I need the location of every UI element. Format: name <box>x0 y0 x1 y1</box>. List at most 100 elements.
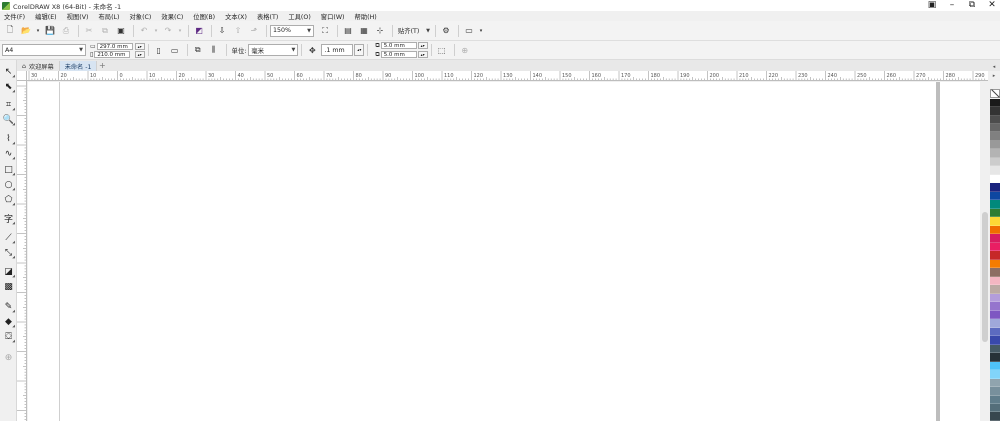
menu-layout[interactable]: 布局(L) <box>98 12 119 21</box>
redo-icon[interactable]: ↷ <box>161 24 175 38</box>
vertical-ruler[interactable] <box>17 81 27 421</box>
snap-to-button[interactable]: 贴齐(T) ▼ <box>396 25 432 37</box>
height-spinner[interactable]: ▴▾ <box>134 50 145 58</box>
color-swatch[interactable] <box>990 412 1000 421</box>
undo-icon[interactable]: ↶ <box>137 24 151 38</box>
tab-welcome-screen[interactable]: ⌂ 欢迎屏幕 <box>17 61 60 71</box>
connector-tool-icon[interactable]: ⤡ ◢ <box>2 246 15 260</box>
width-spinner[interactable]: ▴▾ <box>134 42 145 50</box>
color-swatch[interactable] <box>990 234 1000 243</box>
color-swatch[interactable] <box>990 285 1000 294</box>
launcher-dropdown-icon[interactable]: ▾ <box>478 24 484 38</box>
options-gear-icon[interactable]: ⚙ <box>439 24 453 38</box>
add-tool-icon[interactable]: ⊕ <box>2 351 15 364</box>
restore-button[interactable]: ⧉ <box>966 0 978 11</box>
color-swatch[interactable] <box>990 191 1000 201</box>
color-swatch[interactable] <box>990 98 1000 108</box>
duplicate-y-spinner[interactable]: ▴▾ <box>417 51 428 58</box>
color-swatch[interactable] <box>990 293 1000 303</box>
page-size-combo[interactable]: A4 ▼ <box>2 44 86 56</box>
color-swatch[interactable] <box>990 225 1000 235</box>
crop-tool-icon[interactable]: ⌗ ◢ <box>2 98 15 112</box>
publish-pdf-icon[interactable]: ⬏ <box>247 24 261 38</box>
menu-view[interactable]: 视图(V) <box>67 12 89 21</box>
page-width-field[interactable]: 297.0 mm <box>96 42 133 50</box>
undo-dropdown-icon[interactable]: ▾ <box>153 24 159 38</box>
page-height-field[interactable]: 210.0 mm <box>94 50 131 58</box>
menu-text[interactable]: 文本(X) <box>225 12 247 21</box>
transparency-tool-icon[interactable]: ▩ <box>2 280 15 293</box>
quick-customize-icon[interactable]: ⊕ <box>458 43 472 57</box>
tab-document[interactable]: 未命名 -1 <box>59 61 98 71</box>
menu-help[interactable]: 帮助(H) <box>355 12 377 21</box>
color-swatch[interactable] <box>990 387 1000 396</box>
nudge-distance-field[interactable]: .1 mm <box>321 44 354 56</box>
menu-tools[interactable]: 工具(O) <box>288 12 310 21</box>
scrollbar-thumb[interactable] <box>982 212 988 342</box>
color-swatch[interactable] <box>990 132 1000 141</box>
color-swatch[interactable] <box>990 268 1000 277</box>
duplicate-y-field[interactable]: 5.0 mm <box>380 51 417 58</box>
duplicate-x-field[interactable]: 5.0 mm <box>380 42 417 49</box>
add-tab-button[interactable]: + <box>97 61 107 71</box>
nudge-spinner[interactable]: ▴▾ <box>354 44 365 56</box>
rectangle-tool-icon[interactable]: □ ◢ <box>2 163 15 177</box>
color-swatch[interactable] <box>990 395 1000 404</box>
color-swatch[interactable] <box>990 251 1000 260</box>
zoom-level-combo[interactable]: 150% ▼ <box>270 24 314 37</box>
freehand-tool-icon[interactable]: ⌇ ◢ <box>2 132 15 146</box>
full-screen-icon[interactable]: ⛶ <box>318 24 332 38</box>
color-swatch[interactable] <box>990 208 1000 218</box>
menu-file[interactable]: 文件(F) <box>4 12 25 21</box>
color-swatch[interactable] <box>990 327 1000 337</box>
help-window-icon[interactable]: ▣ <box>926 0 938 11</box>
parallel-dimension-tool-icon[interactable]: ⟋ ◢ <box>2 231 15 245</box>
color-swatch[interactable] <box>990 276 1000 286</box>
open-icon[interactable]: 📂 <box>19 24 33 38</box>
color-eyedropper-tool-icon[interactable]: ✎ ◢ <box>2 300 15 314</box>
search-content-icon[interactable]: ◩ <box>192 24 206 38</box>
landscape-icon[interactable]: ▭ <box>168 43 182 57</box>
show-grid-icon[interactable]: ▦ <box>357 24 371 38</box>
close-button[interactable]: ✕ <box>986 0 998 11</box>
color-swatch[interactable] <box>990 107 1000 116</box>
menu-effects[interactable]: 效果(C) <box>161 12 183 21</box>
color-swatch[interactable] <box>990 242 1000 252</box>
export-icon[interactable]: ⇧ <box>231 24 245 38</box>
pick-tool-icon[interactable]: ↖ ◢ <box>2 65 15 79</box>
all-pages-icon[interactable]: ⧉ <box>191 43 205 57</box>
redo-dropdown-icon[interactable]: ▾ <box>177 24 183 38</box>
color-swatch[interactable] <box>990 361 1000 371</box>
menu-table[interactable]: 表格(T) <box>257 12 278 21</box>
artistic-media-tool-icon[interactable]: ∿ ◢ <box>2 147 15 161</box>
minimize-button[interactable]: – <box>946 0 958 11</box>
polygon-tool-icon[interactable]: ⬠ ◢ <box>2 193 15 207</box>
copy-icon[interactable]: ⧉ <box>98 24 112 38</box>
duplicate-x-spinner[interactable]: ▴▾ <box>417 42 428 49</box>
zoom-tool-icon[interactable]: 🔍 ◢ <box>2 113 15 127</box>
color-swatch[interactable] <box>990 403 1000 413</box>
color-swatch[interactable] <box>990 344 1000 354</box>
color-swatch[interactable] <box>990 217 1000 226</box>
interactive-fill-tool-icon[interactable]: ◆ ◢ <box>2 315 15 329</box>
open-dropdown-icon[interactable]: ▾ <box>35 24 41 38</box>
menu-object[interactable]: 对象(C) <box>129 12 151 21</box>
ruler-origin-corner[interactable] <box>17 71 27 81</box>
no-color-swatch[interactable] <box>990 89 1000 98</box>
current-page-icon[interactable]: ⫼ <box>207 43 221 57</box>
color-swatch[interactable] <box>990 183 1000 192</box>
color-swatch[interactable] <box>990 157 1000 167</box>
color-swatch[interactable] <box>990 149 1000 158</box>
new-document-icon[interactable]: 🗋 <box>3 24 17 38</box>
color-swatch[interactable] <box>990 378 1000 388</box>
color-swatch[interactable] <box>990 166 1000 175</box>
drawing-canvas[interactable] <box>28 82 980 421</box>
color-swatch[interactable] <box>990 336 1000 345</box>
text-tool-icon[interactable]: 字 ◢ <box>2 212 15 225</box>
vertical-scrollbar[interactable] <box>981 82 989 421</box>
color-palette[interactable] <box>990 89 1000 421</box>
color-swatch[interactable] <box>990 259 1000 269</box>
application-launcher-icon[interactable]: ▭ <box>462 24 476 38</box>
color-swatch[interactable] <box>990 115 1000 124</box>
cut-icon[interactable]: ✂ <box>82 24 96 38</box>
